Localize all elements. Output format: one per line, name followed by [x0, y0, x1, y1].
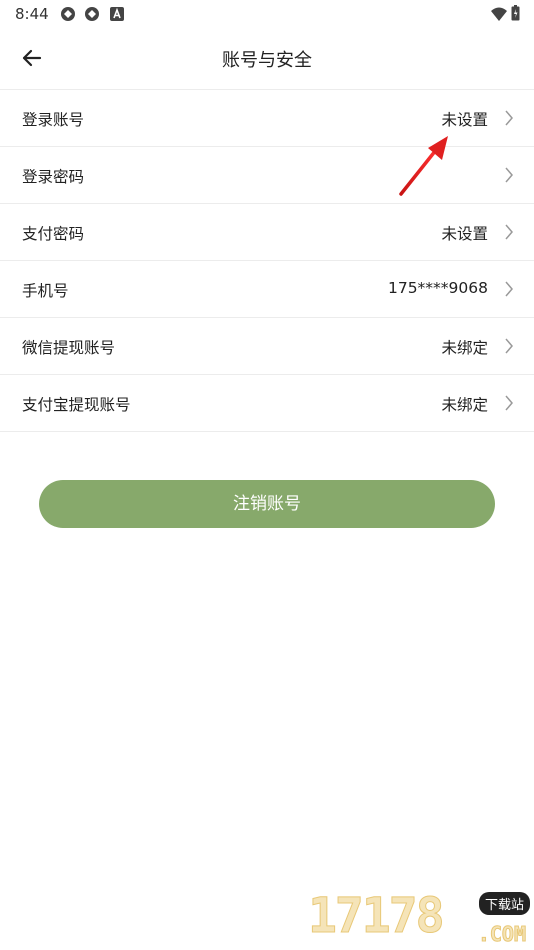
row-label: 登录密码 [22, 168, 85, 186]
a-badge-icon [110, 7, 124, 21]
wifi-icon [491, 7, 507, 21]
row-wechat-withdraw[interactable]: 微信提现账号 未绑定 [0, 318, 534, 375]
watermark-badge: 下载站 [478, 892, 530, 915]
row-phone-number[interactable]: 手机号 175****9068 [0, 261, 534, 318]
sync-icon [85, 7, 99, 21]
row-value: 未设置 [441, 225, 488, 243]
app-bar: 账号与安全 [0, 28, 534, 90]
watermark-logo: 17178 下载站 .COM [308, 888, 530, 948]
row-label: 支付密码 [22, 225, 85, 243]
sync-icon [61, 7, 75, 21]
status-time: 8:44 [15, 5, 49, 23]
row-label: 微信提现账号 [22, 339, 116, 357]
status-bar: 8:44 [0, 0, 534, 28]
row-label: 支付宝提现账号 [22, 396, 131, 414]
chevron-right-icon [505, 338, 513, 354]
chevron-right-icon [505, 167, 513, 183]
chevron-right-icon [505, 224, 513, 240]
annotation-arrow-icon [399, 136, 448, 196]
row-alipay-withdraw[interactable]: 支付宝提现账号 未绑定 [0, 375, 534, 432]
chevron-right-icon [505, 110, 513, 126]
row-value: 未设置 [441, 111, 488, 129]
deregister-account-button[interactable]: 注销账号 [39, 480, 495, 528]
row-payment-password[interactable]: 支付密码 未设置 [0, 204, 534, 261]
page-title: 账号与安全 [222, 50, 312, 71]
row-label: 手机号 [22, 282, 69, 300]
battery-charging-icon [511, 5, 520, 21]
chevron-right-icon [505, 395, 513, 411]
chevron-right-icon [505, 281, 513, 297]
row-label: 登录账号 [22, 111, 85, 129]
watermark-domain: .COM [477, 922, 526, 947]
row-value: 未绑定 [441, 339, 488, 357]
row-value: 175****9068 [387, 279, 488, 297]
row-value: 未绑定 [441, 396, 488, 414]
watermark-number: 17178 [308, 888, 445, 945]
